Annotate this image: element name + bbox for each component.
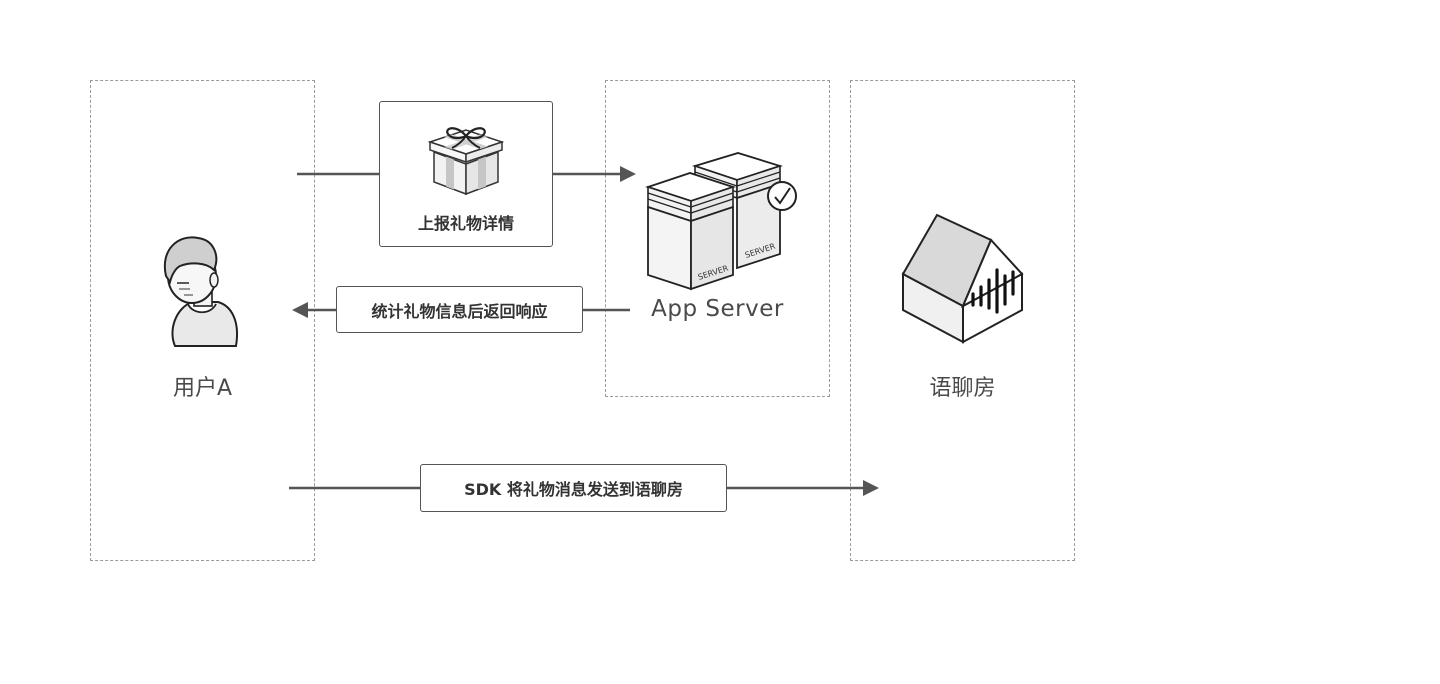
- voice-room-label: 语聊房: [929, 376, 996, 401]
- app-server-label: App Server: [651, 296, 784, 322]
- user-label: 用户A: [172, 376, 233, 401]
- voice-room-house-icon: [901, 213, 1024, 344]
